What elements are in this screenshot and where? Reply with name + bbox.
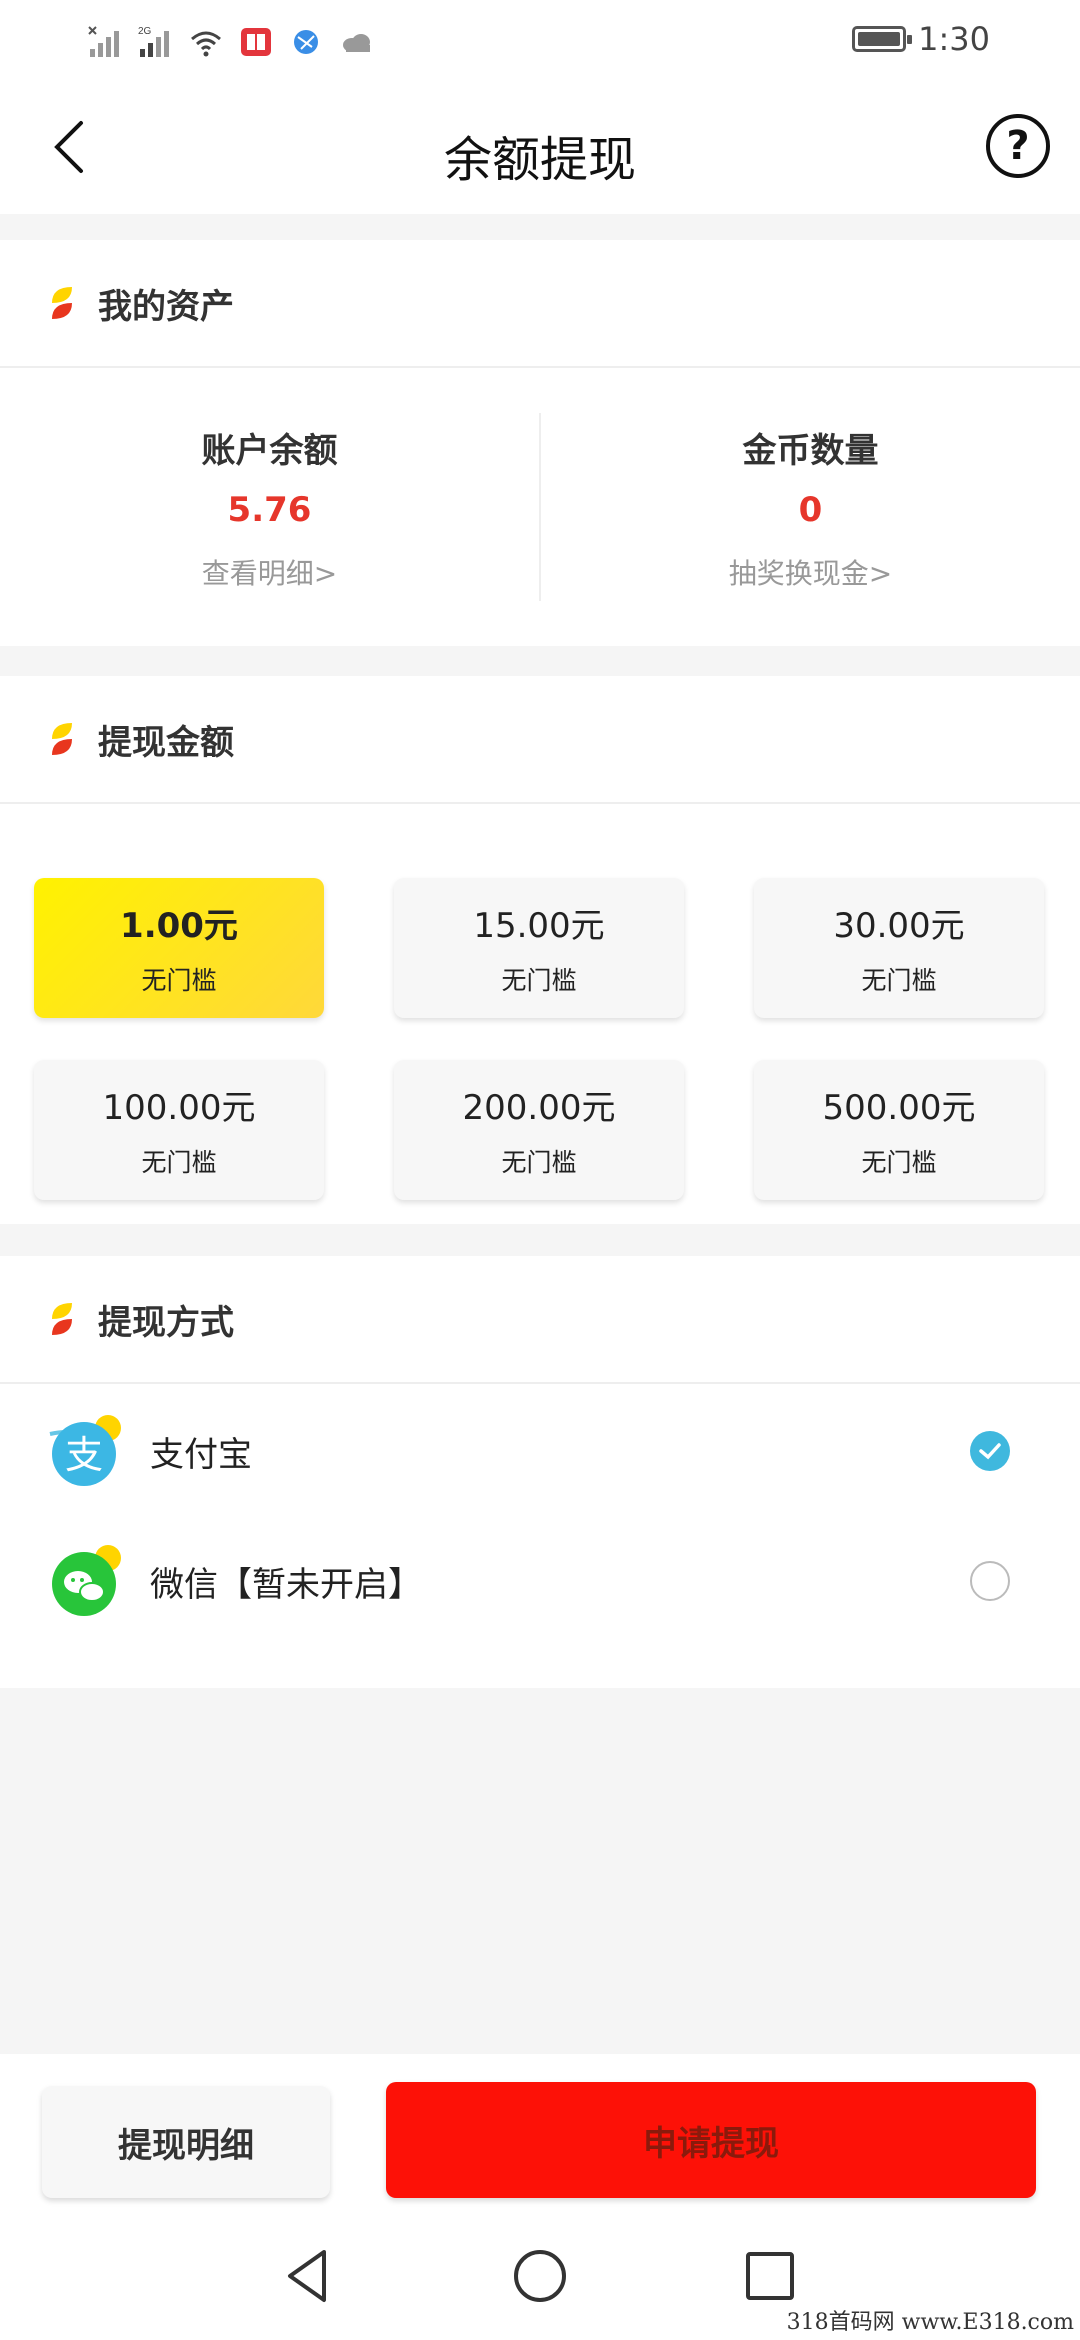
method-alipay[interactable]: 支 支付宝: [0, 1386, 1080, 1516]
amount-note: 无门槛: [141, 966, 217, 995]
question-icon: ?: [1006, 123, 1030, 169]
radio-unchecked[interactable]: [970, 1561, 1010, 1601]
coins-value: 0: [798, 489, 823, 530]
lottery-cash-link[interactable]: 抽奖换现金>: [541, 552, 1080, 592]
help-button[interactable]: ?: [986, 114, 1050, 178]
amount-value: 30.00元: [833, 906, 965, 946]
cloud-icon: [343, 34, 370, 52]
amount-note: 无门槛: [501, 966, 577, 995]
signal-2g-icon: 2G: [138, 26, 169, 57]
battery-icon: [852, 26, 913, 52]
balance-value: 5.76: [227, 489, 312, 530]
system-nav-bar: 318首码网 www.E318.com: [0, 2214, 1080, 2340]
method-card: 提现方式 支 支付宝 微信【暂未开启】: [0, 1256, 1080, 1688]
status-bar: 2G 1:30: [0, 0, 1080, 82]
coins-label: 金币数量: [742, 430, 879, 471]
balance-label: 账户余额: [201, 430, 338, 471]
amount-note: 无门槛: [501, 1148, 577, 1177]
amount-note: 无门槛: [861, 1148, 937, 1177]
method-title: 提现方式: [98, 1302, 234, 1343]
amount-value: 15.00元: [473, 906, 605, 946]
method-wechat[interactable]: 微信【暂未开启】: [0, 1516, 1080, 1646]
amount-card: 提现金额 1.00元 无门槛 15.00元 无门槛 30.00元 无门槛 100…: [0, 676, 1080, 1224]
book-app-icon: [241, 28, 271, 56]
leaf-icon: [52, 723, 72, 755]
amount-option[interactable]: 30.00元 无门槛: [754, 878, 1044, 1018]
network-type: 2G: [138, 26, 152, 37]
bottom-action-bar: 提现明细 申请提现: [0, 2054, 1080, 2214]
status-right: 1:30: [852, 20, 990, 58]
assets-section-header: 我的资产: [0, 240, 1080, 368]
amount-value: 200.00元: [462, 1088, 616, 1128]
globe-app-icon: [294, 30, 318, 54]
assets-title: 我的资产: [98, 286, 234, 327]
method-label: 支付宝: [150, 1434, 252, 1475]
amount-option[interactable]: 500.00元 无门槛: [754, 1060, 1044, 1200]
amount-section-header: 提现金额: [0, 676, 1080, 804]
assets-row: 账户余额 5.76 查看明细> 金币数量 0 抽奖换现金>: [0, 368, 1080, 646]
apply-withdraw-button[interactable]: 申请提现: [386, 2082, 1036, 2198]
page-title: 余额提现: [443, 132, 636, 188]
coins-block: 金币数量 0 抽奖换现金>: [541, 423, 1080, 592]
amount-value: 500.00元: [822, 1088, 976, 1128]
amount-note: 无门槛: [861, 966, 937, 995]
balance-block: 账户余额 5.76 查看明细>: [0, 423, 539, 592]
withdraw-details-button[interactable]: 提现明细: [42, 2086, 330, 2198]
nav-home-icon[interactable]: [510, 2246, 570, 2306]
signal-off-icon: [88, 26, 119, 57]
radio-checked[interactable]: [970, 1431, 1010, 1471]
leaf-icon: [52, 1303, 72, 1335]
wechat-icon: [52, 1545, 121, 1616]
svg-text:支: 支: [65, 1433, 103, 1477]
amount-option[interactable]: 200.00元 无门槛: [394, 1060, 684, 1200]
method-section-header: 提现方式: [0, 1256, 1080, 1384]
leaf-icon: [52, 287, 72, 319]
watermark-text: 318首码网 www.E318.com: [786, 2310, 1074, 2335]
amount-value: 1.00元: [120, 906, 238, 946]
check-icon: [979, 1443, 1001, 1460]
amount-value: 100.00元: [102, 1088, 256, 1128]
status-time: 1:30: [918, 20, 990, 58]
nav-back-icon[interactable]: [280, 2246, 340, 2306]
amount-option[interactable]: 100.00元 无门槛: [34, 1060, 324, 1200]
amount-title: 提现金额: [98, 722, 234, 763]
method-label: 微信【暂未开启】: [150, 1564, 422, 1605]
assets-card: 我的资产 账户余额 5.76 查看明细> 金币数量 0 抽奖换现金>: [0, 240, 1080, 646]
amount-note: 无门槛: [141, 1148, 217, 1177]
amount-option[interactable]: 15.00元 无门槛: [394, 878, 684, 1018]
amount-options: 1.00元 无门槛 15.00元 无门槛 30.00元 无门槛 100.00元 …: [0, 804, 1080, 1234]
amount-option[interactable]: 1.00元 无门槛: [34, 878, 324, 1018]
wifi-icon: [191, 31, 221, 57]
alipay-icon: 支: [49, 1415, 121, 1486]
view-details-link[interactable]: 查看明细>: [0, 552, 539, 592]
status-icons: 2G: [88, 22, 374, 62]
nav-recents-icon[interactable]: [740, 2246, 800, 2306]
app-header: 余额提现 ?: [0, 82, 1080, 214]
